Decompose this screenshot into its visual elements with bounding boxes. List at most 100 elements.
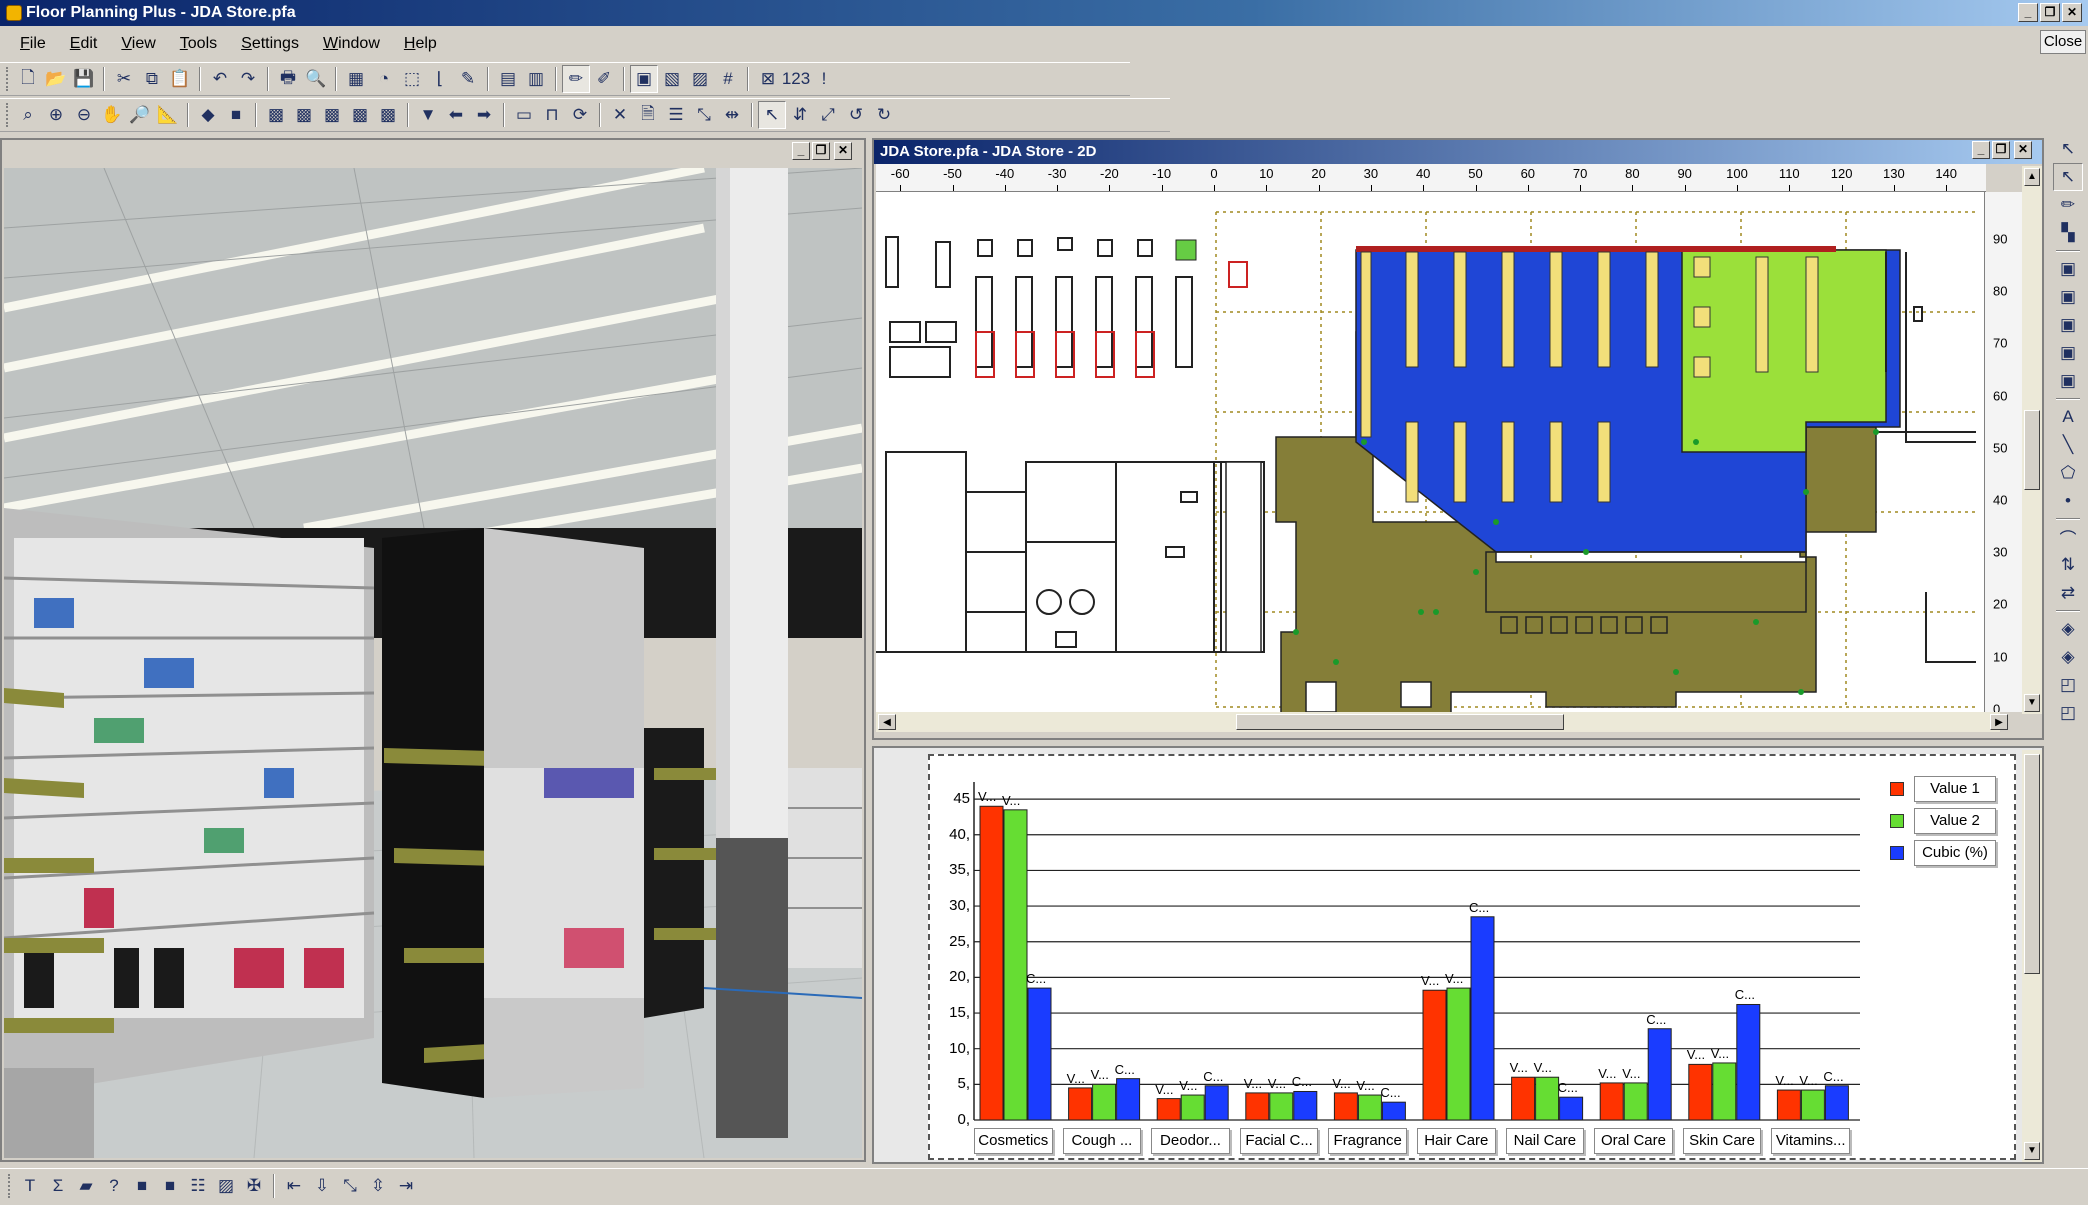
layer-green-2-icon[interactable]: ■ xyxy=(222,101,250,129)
menu-tools[interactable]: Tools xyxy=(168,35,229,53)
minimize-button[interactable]: _ xyxy=(2018,3,2038,22)
cross-icon[interactable]: ✕ xyxy=(606,101,634,129)
floor-plan-canvas[interactable] xyxy=(876,192,1984,712)
pattern-icon[interactable]: ▧ xyxy=(658,65,686,93)
undo-icon[interactable]: ↶ xyxy=(206,65,234,93)
text-tool-icon[interactable]: A xyxy=(2053,403,2083,431)
select-arrow-icon[interactable]: ↖ xyxy=(2053,135,2083,163)
gray-block-1-icon[interactable]: ■ xyxy=(128,1172,156,1200)
delete-x-icon[interactable]: ⊠ xyxy=(754,65,782,93)
layer-a-icon[interactable]: ◈ xyxy=(2053,615,2083,643)
chart-vertical-scroll-thumb[interactable] xyxy=(2024,754,2040,974)
group-icon[interactable]: ▚ xyxy=(2053,219,2083,247)
measure-icon[interactable]: 📐 xyxy=(154,101,182,129)
distribute-icon[interactable]: ⇵ xyxy=(786,101,814,129)
pencil-icon[interactable]: ✏ xyxy=(562,65,590,93)
move-down-icon[interactable]: ⇩ xyxy=(308,1172,336,1200)
copy-icon[interactable]: ⧉ xyxy=(138,65,166,93)
hatch-icon[interactable]: ▨ xyxy=(686,65,714,93)
layer-d-icon[interactable]: ◰ xyxy=(2053,699,2083,727)
zoom-fit-icon[interactable]: ⌕ xyxy=(14,101,42,129)
2d-restore-button[interactable]: ❐ xyxy=(1992,141,2010,159)
edit-box-icon[interactable]: ✐ xyxy=(590,65,618,93)
swap-icon[interactable]: ⇄ xyxy=(2053,579,2083,607)
redo-icon[interactable]: ↷ xyxy=(234,65,262,93)
layer-icon[interactable]: ▥ xyxy=(522,65,550,93)
cut-icon[interactable]: ✂ xyxy=(110,65,138,93)
paste-icon[interactable]: 📋 xyxy=(166,65,194,93)
save-icon[interactable]: 💾 xyxy=(70,65,98,93)
menu-edit[interactable]: Edit xyxy=(58,35,110,53)
image-icon[interactable]: ▨ xyxy=(212,1172,240,1200)
gray-block-2-icon[interactable]: ■ xyxy=(156,1172,184,1200)
rotate-icon[interactable]: ⟳ xyxy=(566,101,594,129)
grid-icon[interactable]: # xyxy=(714,65,742,93)
split-icon[interactable]: ⇹ xyxy=(718,101,746,129)
select-active-icon[interactable]: ↖ xyxy=(2053,163,2083,191)
layer-green-1-icon[interactable]: ◆ xyxy=(194,101,222,129)
pie-chart-icon[interactable]: ◔ xyxy=(370,65,398,93)
draw-pencil-icon[interactable]: ✏ xyxy=(2053,191,2083,219)
chart-scroll-down-button[interactable]: ▼ xyxy=(2024,1142,2040,1160)
zoom-pan-icon[interactable]: ✋ xyxy=(98,101,126,129)
transform-icon[interactable]: ⇅ xyxy=(2053,551,2083,579)
2d-minimize-button[interactable]: _ xyxy=(1972,141,1990,159)
rotate-cw-icon[interactable]: ↻ xyxy=(870,101,898,129)
fill-red-icon[interactable]: ▣ xyxy=(630,65,658,93)
arrow-left-icon[interactable]: ⬅ xyxy=(442,101,470,129)
move-updown-icon[interactable]: ⇳ xyxy=(364,1172,392,1200)
polygon-tool-icon[interactable]: ⬠ xyxy=(2053,459,2083,487)
align-1-icon[interactable]: ▭ xyxy=(510,101,538,129)
zoom-out-icon[interactable]: ⊖ xyxy=(70,101,98,129)
toolbar-grip[interactable] xyxy=(6,103,10,127)
arrow-right-icon[interactable]: ➡ xyxy=(470,101,498,129)
node-icon[interactable]: ⌒ xyxy=(2053,523,2083,551)
menu-file[interactable]: File xyxy=(8,35,58,53)
toolbar-grip[interactable] xyxy=(8,1173,12,1198)
menu-view[interactable]: View xyxy=(109,35,167,53)
close-window-button[interactable]: ✕ xyxy=(2062,3,2082,22)
fixture-4-icon[interactable]: ▣ xyxy=(2053,339,2083,367)
alert-icon[interactable]: ! xyxy=(810,65,838,93)
zoom-in-icon[interactable]: ⊕ xyxy=(42,101,70,129)
block-1-icon[interactable]: ▩ xyxy=(262,101,290,129)
zoom-window-icon[interactable]: 🔎 xyxy=(126,101,154,129)
new-icon[interactable]: 🗋 xyxy=(14,65,42,93)
fixture-2-icon[interactable]: ▣ xyxy=(2053,283,2083,311)
toolbar-grip[interactable] xyxy=(6,67,10,91)
block-5-icon[interactable]: ▩ xyxy=(374,101,402,129)
scroll-left-button[interactable]: ◀ xyxy=(878,714,896,730)
align-2-icon[interactable]: ⊓ xyxy=(538,101,566,129)
marker-icon[interactable]: • xyxy=(2053,487,2083,515)
scroll-right-button[interactable]: ▶ xyxy=(1990,714,2008,730)
pointer-icon[interactable]: ↖ xyxy=(758,101,786,129)
print-icon[interactable]: 🖶 xyxy=(274,65,302,93)
fixture-l-icon[interactable]: ⌊ xyxy=(426,65,454,93)
doc-icon[interactable]: 🗎 xyxy=(634,101,662,129)
3d-restore-button[interactable]: ❐ xyxy=(812,142,830,160)
close-document-button[interactable]: Close xyxy=(2040,30,2086,54)
text-format-icon[interactable]: T xyxy=(16,1172,44,1200)
2d-vertical-scroll-thumb[interactable] xyxy=(2024,410,2040,490)
block-2-icon[interactable]: ▩ xyxy=(290,101,318,129)
restore-button[interactable]: ❐ xyxy=(2040,3,2060,22)
bullet-list-icon[interactable]: ☷ xyxy=(184,1172,212,1200)
3d-minimize-button[interactable]: _ xyxy=(792,142,810,160)
store-3d-render[interactable] xyxy=(4,168,862,1158)
block-3-icon[interactable]: ▩ xyxy=(318,101,346,129)
help-query-icon[interactable]: ? xyxy=(100,1172,128,1200)
fixture-3-icon[interactable]: ▣ xyxy=(2053,311,2083,339)
print-preview-icon[interactable]: 🔍 xyxy=(302,65,330,93)
layer-b-icon[interactable]: ◈ xyxy=(2053,643,2083,671)
resize-icon[interactable]: ⤡ xyxy=(690,101,718,129)
line-tool-icon[interactable]: ╲ xyxy=(2053,431,2083,459)
layer-c-icon[interactable]: ◰ xyxy=(2053,671,2083,699)
expand-icon[interactable]: ⤢ xyxy=(814,101,842,129)
report-icon[interactable]: ▤ xyxy=(494,65,522,93)
menu-window[interactable]: Window xyxy=(311,35,392,53)
scroll-up-button[interactable]: ▲ xyxy=(2024,168,2040,186)
fixture-5-icon[interactable]: ▣ xyxy=(2053,367,2083,395)
3d-close-button[interactable]: ✕ xyxy=(834,142,852,160)
scroll-down-button[interactable]: ▼ xyxy=(2024,694,2040,712)
table-icon[interactable]: ▦ xyxy=(342,65,370,93)
